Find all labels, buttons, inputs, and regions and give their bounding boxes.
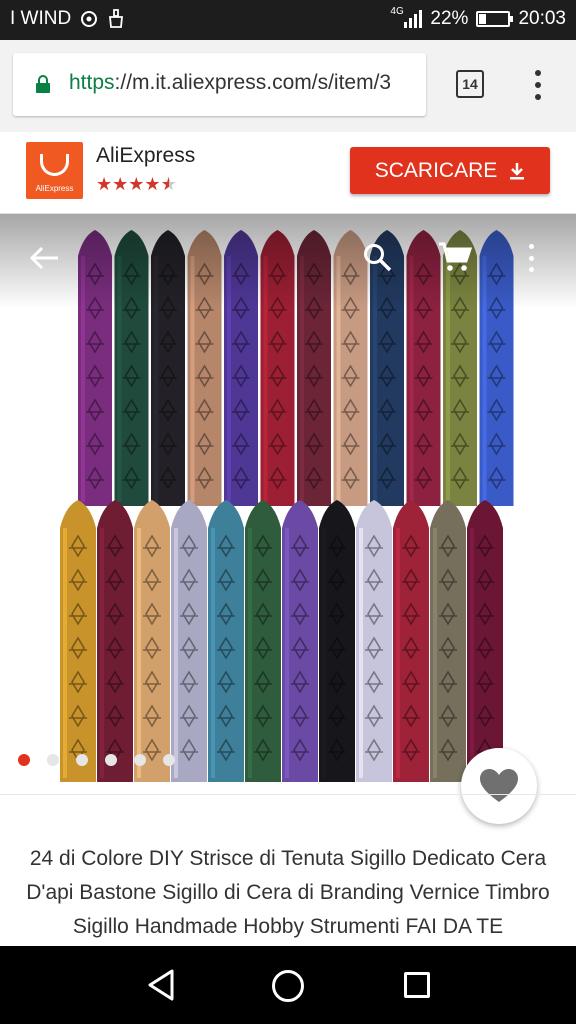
wax-stick (60, 500, 96, 782)
browser-toolbar: https://m.it.aliexpress.com/s/item/3 14 (0, 40, 576, 132)
star-icon: ★ (112, 174, 129, 194)
url-text[interactable]: https://m.it.aliexpress.com/s/item/3 (69, 71, 391, 95)
divider (0, 794, 576, 795)
browser-menu-icon[interactable] (532, 70, 544, 100)
carrier-label: I WIND (10, 8, 72, 29)
product-image-gallery[interactable] (0, 214, 576, 794)
wax-stick (393, 500, 429, 782)
more-options-icon[interactable] (526, 244, 536, 272)
wax-stick (245, 500, 281, 782)
aliexpress-logo: AliExpress (26, 142, 83, 199)
system-navigation-bar (0, 946, 576, 1024)
heart-icon (480, 769, 518, 802)
wishlist-button[interactable] (461, 748, 537, 824)
signal-icon: 4G (390, 6, 423, 28)
system-back-icon[interactable] (146, 968, 176, 1002)
url-path: ://m.it.aliexpress.com/s/item/3 (114, 71, 392, 94)
wax-stick (319, 500, 355, 782)
app-install-banner: AliExpress AliExpress ★★★★★ SCARICARE (0, 132, 576, 214)
battery-percent: 22% (430, 8, 469, 29)
cleaner-icon (109, 9, 124, 28)
app-rating-stars: ★★★★★ (96, 174, 177, 195)
gallery-pagination (18, 754, 175, 766)
wax-stick (97, 500, 133, 782)
url-bar[interactable]: https://m.it.aliexpress.com/s/item/3 (13, 53, 426, 116)
gallery-dot[interactable] (163, 754, 175, 766)
gallery-toolbar-shade (0, 214, 576, 309)
gallery-dot[interactable] (47, 754, 59, 766)
network-type: 4G (390, 6, 404, 17)
wax-stick (171, 500, 207, 782)
gallery-dot[interactable] (18, 754, 30, 766)
star-icon: ★ (160, 174, 177, 194)
download-app-button[interactable]: SCARICARE (350, 147, 550, 194)
wax-stick (134, 500, 170, 782)
tab-switcher-button[interactable]: 14 (456, 70, 484, 98)
sync-icon (81, 11, 98, 27)
wax-stick (467, 500, 503, 782)
gallery-dot[interactable] (134, 754, 146, 766)
wax-stick (282, 500, 318, 782)
star-icon: ★ (128, 174, 145, 194)
wax-stick (356, 500, 392, 782)
wax-stick (208, 500, 244, 782)
logo-text: AliExpress (35, 184, 74, 193)
product-title: 24 di Colore DIY Strisce di Tenuta Sigil… (26, 847, 550, 938)
system-home-icon[interactable] (272, 970, 304, 1002)
back-arrow-icon[interactable] (28, 244, 60, 272)
star-icon: ★ (96, 174, 113, 194)
status-bar: I WIND 4G 22% 20:03 (0, 0, 576, 40)
download-icon (510, 162, 525, 179)
wax-stick (430, 500, 466, 782)
star-icon: ★ (144, 174, 161, 194)
download-label: SCARICARE (374, 158, 498, 182)
lock-icon (36, 75, 50, 93)
url-scheme: https (69, 71, 115, 94)
app-name: AliExpress (96, 144, 196, 167)
search-icon[interactable] (362, 242, 392, 272)
clock: 20:03 (518, 8, 566, 29)
battery-icon (476, 11, 514, 27)
system-recents-icon[interactable] (404, 972, 430, 998)
gallery-dot[interactable] (105, 754, 117, 766)
gallery-dot[interactable] (76, 754, 88, 766)
cart-icon[interactable] (438, 242, 472, 272)
